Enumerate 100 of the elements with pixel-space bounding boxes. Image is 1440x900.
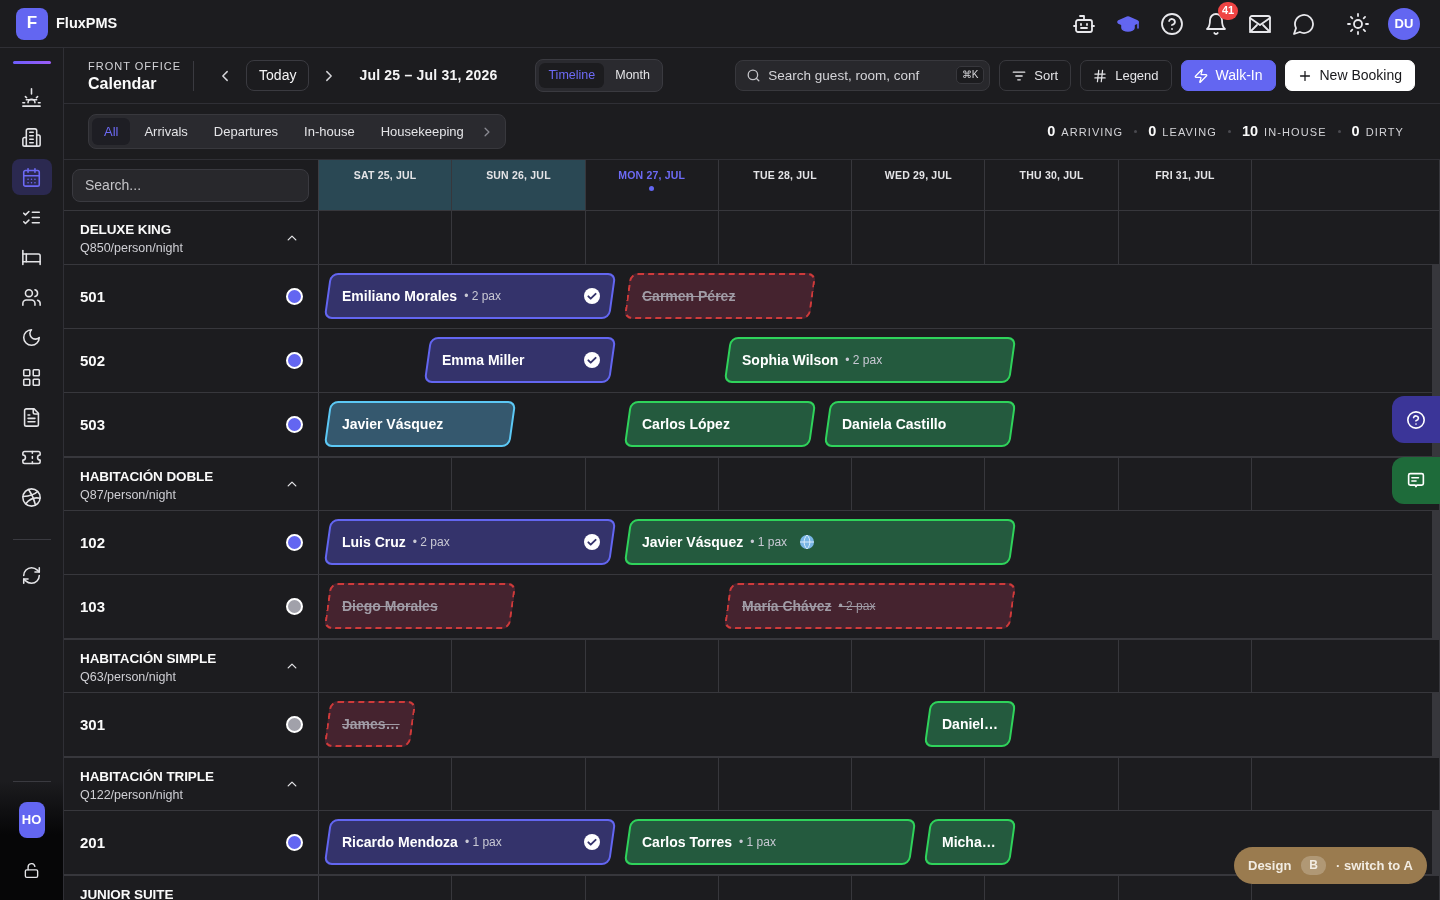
filter-tab[interactable]: In-house [292, 118, 367, 145]
guest-count: • 2 pax [412, 534, 450, 550]
room-type-rate: Q122/person/night [80, 788, 184, 804]
lock-icon[interactable] [24, 863, 39, 878]
booking-bar[interactable]: Micha… [923, 819, 1017, 865]
room-number: 502 [80, 351, 106, 370]
booking-bar[interactable]: Carlos Torres • 1 pax [623, 819, 917, 865]
feedback-tab[interactable] [1392, 457, 1440, 504]
room-number: 103 [80, 597, 106, 616]
room-type-name: HABITACIÓN TRIPLE [80, 769, 214, 786]
accent-bar [12, 61, 51, 64]
guest-name: Carmen Pérez [642, 287, 736, 305]
booking-bar[interactable]: Emiliano Morales • 2 pax [323, 273, 617, 319]
app-name: FluxPMS [56, 14, 118, 33]
guest-name: María Chávez [742, 597, 832, 615]
room-type-rate: Q850/person/night [80, 241, 183, 257]
view-tab[interactable]: Timeline [539, 63, 605, 88]
guest-name: Sophia Wilson [742, 351, 839, 369]
guest-count: • 1 pax [464, 834, 502, 850]
booking-bar[interactable]: Daniel… [923, 701, 1017, 747]
user-avatar[interactable]: DU [1388, 7, 1420, 40]
refresh-icon [22, 565, 41, 585]
filter-tab[interactable]: Departures [201, 118, 291, 145]
booking-bar[interactable]: Javier Vásquez [323, 401, 517, 447]
shortcut-hint: ⌘K [955, 66, 985, 84]
guest-name: Javier Vásquez [642, 533, 744, 551]
filter-tab[interactable]: Arrivals [132, 118, 200, 145]
guest-name: Emiliano Morales [342, 287, 458, 305]
guest-count: • 2 pax [845, 352, 883, 368]
robot-icon[interactable] [1073, 12, 1095, 35]
room-number: 102 [80, 533, 106, 552]
stat-label: DIRTY [1365, 125, 1404, 139]
check-circle-icon [584, 534, 600, 550]
calendar-icon [22, 167, 41, 187]
workspace-avatar[interactable]: HO [18, 802, 45, 838]
booking-bar[interactable]: Ricardo Mendoza • 1 pax [323, 819, 617, 865]
booking-bar[interactable]: Luis Cruz • 2 pax [323, 519, 617, 565]
check-circle-icon [584, 834, 600, 850]
guest-count: • 2 pax [838, 598, 876, 614]
hash-icon [1093, 68, 1108, 83]
help-tab[interactable] [1392, 396, 1440, 443]
guest-name: Emma Miller [442, 351, 525, 369]
guest-name: Javier Vásquez [342, 415, 444, 433]
legend-button[interactable]: Legend [1080, 60, 1172, 91]
guest-name: Micha… [942, 833, 996, 851]
booking-bar[interactable]: Carmen Pérez [623, 273, 817, 319]
grid-icon [22, 367, 41, 387]
room-type-name: HABITACIÓN DOBLE [80, 469, 214, 486]
booking-bar[interactable]: Emma Miller [423, 337, 617, 383]
booking-bar[interactable]: María Chávez • 2 pax [723, 583, 1017, 629]
room-type-name: HABITACIÓN SIMPLE [80, 651, 217, 668]
app-logo: F [16, 7, 48, 40]
building-icon [22, 127, 41, 147]
filter-tab[interactable]: Housekeeping [368, 118, 476, 145]
booking-bar[interactable]: James… [323, 701, 417, 747]
section-label: FRONT OFFICE [88, 58, 182, 73]
room-type-rate: Q87/person/night [80, 488, 177, 504]
notification-badge: 41 [1218, 1, 1239, 20]
booking-bar[interactable]: Javier Vásquez • 1 pax [623, 519, 1017, 565]
guest-name: James… [342, 715, 400, 733]
today-dot-icon [649, 185, 655, 191]
room-number: 501 [80, 287, 106, 306]
stat-label: LEAVING [1162, 125, 1217, 139]
room-number: 503 [80, 415, 106, 434]
sun-icon[interactable] [1347, 12, 1369, 35]
sort-button[interactable]: Sort [999, 60, 1072, 91]
day-label: SUN 26, JUL [486, 169, 551, 182]
bell-icon[interactable] [1205, 12, 1227, 35]
view-tab[interactable]: Month [606, 63, 659, 88]
date-range: Jul 25 – Jul 31, 2026 [359, 67, 499, 84]
booking-bar[interactable]: Daniela Castillo [823, 401, 1017, 447]
booking-bar[interactable]: Sophia Wilson • 2 pax [723, 337, 1017, 383]
stat-count: 0 [1047, 122, 1056, 141]
walk-in-button[interactable]: Walk-In [1180, 60, 1276, 91]
day-label: THU 30, JUL [1019, 169, 1084, 182]
day-label: WED 29, JUL [884, 169, 952, 182]
booking-bar[interactable]: Diego Morales [323, 583, 517, 629]
guest-name: Ricardo Mendoza [342, 833, 458, 851]
document-icon [22, 407, 41, 427]
help-icon[interactable] [1161, 12, 1183, 35]
stat-count: 0 [1148, 122, 1157, 141]
moon-icon [22, 327, 41, 347]
guest-name: Carlos López [642, 415, 730, 433]
mail-icon[interactable] [1249, 12, 1271, 35]
new-booking-button[interactable]: New Booking [1284, 60, 1415, 91]
variant-badge: B [1301, 856, 1326, 875]
day-label: MON 27, JUL [618, 169, 686, 182]
stat-count: 0 [1351, 122, 1360, 141]
guest-name: Daniel… [942, 715, 998, 733]
stat-label: ARRIVING [1061, 125, 1124, 139]
room-search-field[interactable]: Search... [72, 168, 309, 202]
stat-label: IN-HOUSE [1264, 125, 1327, 139]
today-button[interactable]: Today [246, 60, 310, 91]
guest-count: • 1 pax [750, 534, 788, 550]
check-circle-icon [584, 352, 600, 368]
search-icon [747, 69, 761, 82]
filter-tab[interactable]: All [92, 118, 131, 145]
booking-bar[interactable]: Carlos López [623, 401, 817, 447]
room-number: 301 [80, 715, 106, 734]
chat-bubble-icon[interactable] [1293, 12, 1315, 35]
